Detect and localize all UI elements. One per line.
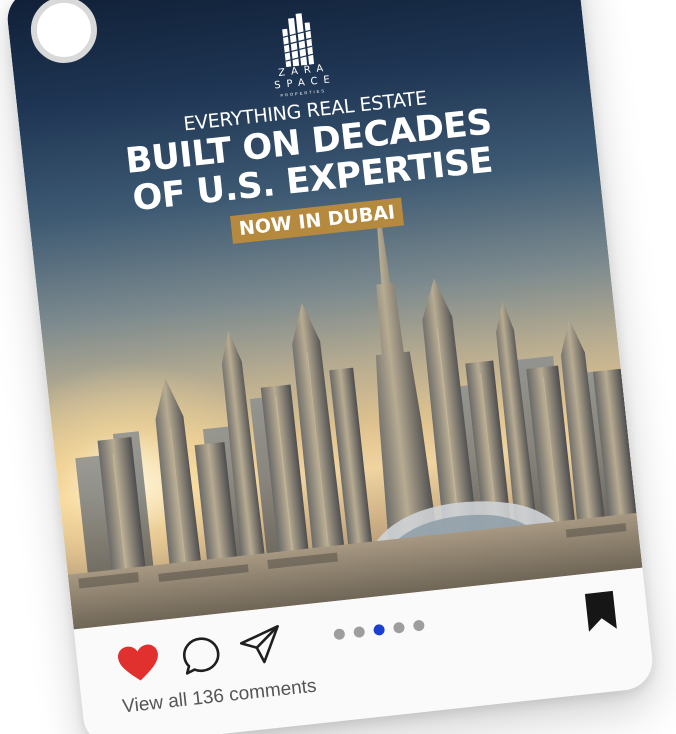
view-comments-link[interactable]: View all 136 comments bbox=[121, 676, 317, 719]
building-logo-icon bbox=[282, 13, 315, 68]
brand-logo: ZARA SPACE PROPERTIES bbox=[245, 9, 353, 101]
paper-plane-icon[interactable] bbox=[237, 623, 285, 668]
carousel-dot[interactable] bbox=[333, 628, 346, 641]
carousel-dot-active[interactable] bbox=[373, 623, 386, 636]
post-image[interactable]: ZARA SPACE PROPERTIES EVERYTHING REAL ES… bbox=[4, 0, 643, 630]
screen: ZARA SPACE PROPERTIES EVERYTHING REAL ES… bbox=[0, 0, 676, 734]
heart-filled-icon[interactable] bbox=[116, 642, 162, 684]
bookmark-filled-icon[interactable] bbox=[583, 589, 619, 634]
carousel-dot[interactable] bbox=[412, 619, 425, 632]
carousel-dot[interactable] bbox=[353, 625, 366, 639]
carousel-indicator bbox=[333, 619, 425, 641]
speech-bubble-icon[interactable] bbox=[179, 634, 223, 678]
post-card: ZARA SPACE PROPERTIES EVERYTHING REAL ES… bbox=[4, 0, 656, 734]
carousel-dot[interactable] bbox=[392, 621, 406, 634]
